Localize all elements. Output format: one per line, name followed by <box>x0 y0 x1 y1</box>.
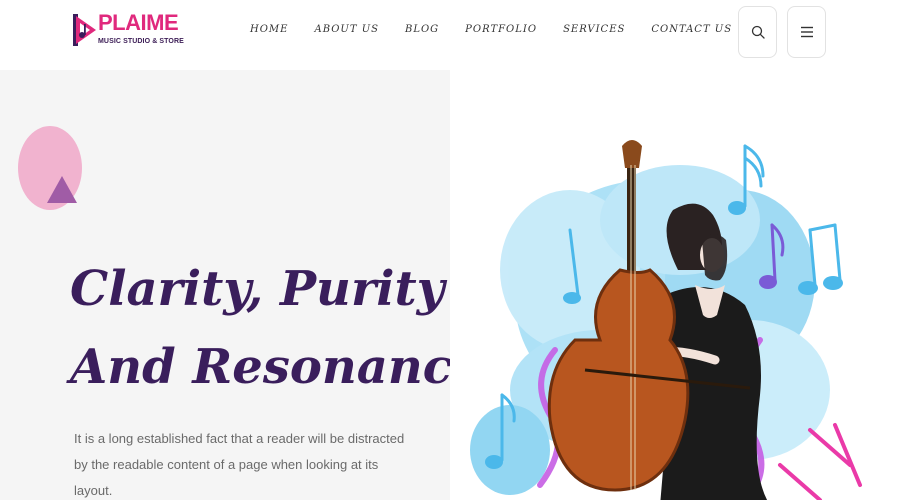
nav-item-about-us[interactable]: ABOUT US <box>314 24 379 40</box>
decorative-triangle <box>47 176 77 203</box>
nav-item-home[interactable]: HOME <box>250 24 288 40</box>
nav-item-blog[interactable]: BLOG <box>405 24 439 40</box>
search-button[interactable] <box>738 6 777 58</box>
logo-play-icon <box>73 14 96 46</box>
hero-title: Clarity, Purity And Resonance. <box>70 250 500 406</box>
brand-tagline: MUSIC STUDIO & STORE <box>98 38 184 45</box>
hamburger-menu-icon <box>800 26 813 38</box>
hero-title-line-2: And Resonance. <box>70 339 500 395</box>
menu-button[interactable] <box>787 6 826 58</box>
hero-image-panel <box>450 70 900 500</box>
main-nav: HOME ABOUT US BLOG PORTFOLIO SERVICES CO… <box>250 24 732 40</box>
brand-name: PLAIME <box>98 10 179 35</box>
logo[interactable]: PLAIME MUSIC STUDIO & STORE <box>72 10 184 54</box>
search-icon <box>751 25 765 39</box>
nav-item-contact-us[interactable]: CONTACT US <box>651 24 732 40</box>
hero-image <box>470 140 862 500</box>
hero-text-panel: Clarity, Purity And Resonance. It is a l… <box>0 70 500 500</box>
nav-item-portfolio[interactable]: PORTFOLIO <box>465 24 537 40</box>
site-header: PLAIME MUSIC STUDIO & STORE HOME ABOUT U… <box>0 0 900 70</box>
hero-description: It is a long established fact that a rea… <box>74 431 405 498</box>
nav-item-services[interactable]: SERVICES <box>563 24 625 40</box>
hero-title-line-1: Clarity, Purity <box>70 261 445 317</box>
